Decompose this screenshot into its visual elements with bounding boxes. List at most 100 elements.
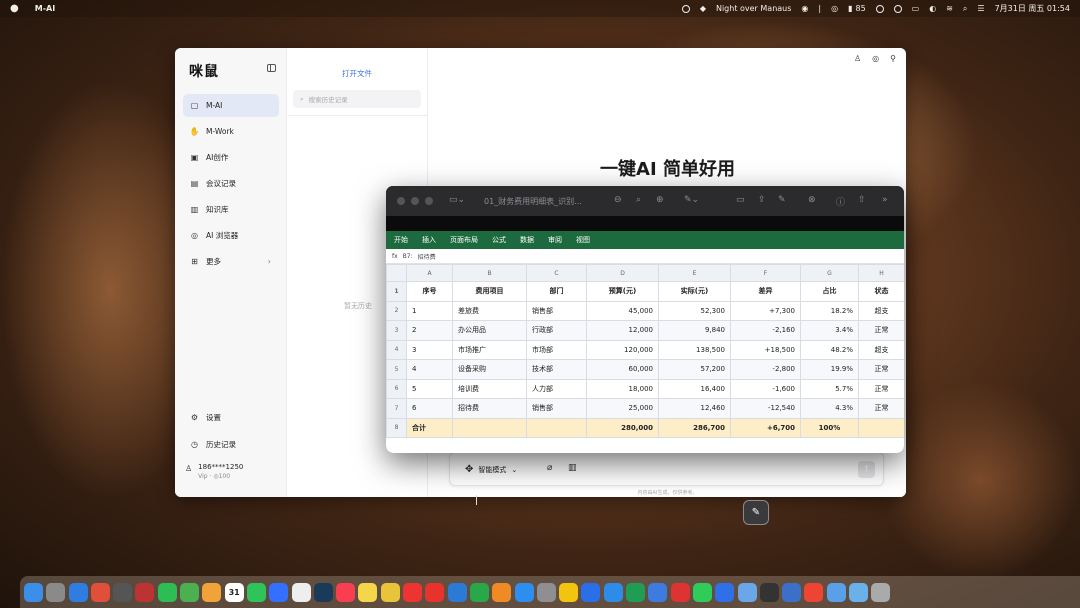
more-icon[interactable]: » (882, 195, 888, 205)
markup-icon[interactable]: ✎⌄ (684, 195, 699, 205)
table-cell[interactable]: 培训费 (452, 378, 527, 399)
table-cell[interactable]: 设备采购 (452, 359, 527, 380)
facetime-icon[interactable] (246, 582, 266, 602)
table-cell[interactable]: 3.4% (800, 320, 859, 341)
finder2-icon[interactable] (737, 582, 757, 602)
user-profile[interactable]: ♙ 186****1250 Vip · ◎100 (185, 463, 281, 480)
row-number[interactable]: 2 (386, 300, 407, 321)
table-cell[interactable]: 销售部 (526, 300, 587, 321)
apple-menu-icon[interactable]: ● (10, 3, 19, 14)
table-cell[interactable]: +6,700 (730, 417, 801, 438)
weibo-icon[interactable] (425, 582, 445, 602)
sidebar-item-settings[interactable]: ⚙ 设置 (183, 406, 279, 429)
edit-icon[interactable]: ✎ (778, 195, 786, 205)
header-cell[interactable]: 费用项目 (452, 281, 527, 302)
photos-icon[interactable] (202, 582, 222, 602)
table-cell[interactable]: 57,200 (658, 359, 731, 380)
row-number[interactable]: 7 (386, 398, 407, 419)
ribbon-tab[interactable]: 开始 (394, 235, 408, 245)
table-cell[interactable]: 280,000 (586, 417, 659, 438)
header-cell[interactable]: 预算(元) (586, 281, 659, 302)
qq-icon[interactable] (559, 582, 579, 602)
table-cell[interactable]: 52,300 (658, 300, 731, 321)
ribbon-tab[interactable]: 审阅 (548, 235, 562, 245)
table-cell[interactable]: 286,700 (658, 417, 731, 438)
terminal-icon[interactable] (759, 582, 779, 602)
table-cell[interactable]: 120,000 (586, 339, 659, 360)
table-cell[interactable]: 5.7% (800, 378, 859, 399)
search-icon[interactable]: ⌕ (636, 195, 641, 205)
mail-icon[interactable] (603, 582, 623, 602)
folder-icon[interactable] (826, 582, 846, 602)
zoom-out-icon[interactable]: ⊖ (614, 195, 622, 205)
row-number[interactable]: 6 (386, 378, 407, 399)
safari-icon[interactable] (68, 582, 88, 602)
sidebar-item-more[interactable]: ⊞ 更多 › (183, 250, 279, 273)
ribbon-tab[interactable]: 公式 (492, 235, 506, 245)
row-number[interactable]: 1 (386, 281, 407, 302)
table-cell[interactable]: 超支 (858, 339, 904, 360)
table-cell[interactable]: 19.9% (800, 359, 859, 380)
calendar-icon[interactable]: 31 (224, 582, 244, 602)
table-cell[interactable]: 60,000 (586, 359, 659, 380)
sidebar-toggle-icon[interactable]: ▭⌄ (449, 195, 465, 205)
table-cell[interactable] (526, 417, 587, 438)
chrome-icon[interactable] (90, 582, 110, 602)
table-cell[interactable]: -2,800 (730, 359, 801, 380)
table-cell[interactable]: 办公用品 (452, 320, 527, 341)
table-cell[interactable]: -12,540 (730, 398, 801, 419)
chat-input-bar[interactable]: ✥ 智能模式 ⌄ ⌀ ▥ ↑ (449, 452, 884, 486)
ribbon-tab[interactable]: 页面布局 (450, 235, 478, 245)
table-cell[interactable]: 招待费 (452, 398, 527, 419)
bear-menu-icon[interactable]: ◉ (801, 4, 808, 13)
mode-selector[interactable]: ✥ 智能模式 ⌄ (465, 464, 517, 475)
export-icon[interactable]: ⇪ (758, 195, 766, 205)
car-icon[interactable]: ▭ (912, 4, 920, 13)
sidebar-item-ai-browser[interactable]: ◎ AI 浏览器 (183, 224, 279, 247)
corner-cell[interactable] (386, 264, 407, 282)
table-cell[interactable]: 3 (406, 339, 453, 360)
column-header[interactable]: G (800, 264, 859, 282)
history-search-input[interactable]: ⌕ 搜索历史记录 (293, 90, 421, 108)
battery-indicator[interactable]: ▮ 85 (848, 4, 866, 13)
downloads-icon[interactable] (848, 582, 868, 602)
open-file-button[interactable]: 打开文件 (293, 62, 421, 84)
ribbon-tab[interactable]: 插入 (422, 235, 436, 245)
header-cell[interactable]: 占比 (800, 281, 859, 302)
table-cell[interactable]: 4.3% (800, 398, 859, 419)
column-header[interactable]: E (658, 264, 731, 282)
row-number[interactable]: 4 (386, 339, 407, 360)
book-icon[interactable]: ▥ (568, 463, 577, 473)
wifi-icon[interactable]: ≋ (946, 4, 953, 13)
pin-icon[interactable]: | (818, 4, 821, 13)
smzdm-icon[interactable] (804, 582, 824, 602)
sidebar-item-history[interactable]: ◷ 历史记录 (183, 433, 279, 456)
wechat-menu-icon[interactable]: ◎ (831, 4, 838, 13)
stocks-icon[interactable] (313, 582, 333, 602)
close-circle-icon[interactable]: ⊗ (808, 195, 816, 205)
clock-text[interactable]: 7月31日 周五 01:54 (995, 3, 1070, 14)
wechat-icon[interactable] (157, 582, 177, 602)
table-cell[interactable]: 6 (406, 398, 453, 419)
share-window-icon[interactable]: ▭ (736, 195, 745, 205)
table-cell[interactable]: 2 (406, 320, 453, 341)
column-header[interactable]: D (586, 264, 659, 282)
bear-icon[interactable] (670, 582, 690, 602)
table-cell[interactable]: 25,000 (586, 398, 659, 419)
calculator-icon[interactable] (113, 582, 133, 602)
mouse-ai-icon[interactable] (380, 582, 400, 602)
table-cell[interactable]: 市场推广 (452, 339, 527, 360)
numbers-icon[interactable] (469, 582, 489, 602)
table-cell[interactable]: 技术部 (526, 359, 587, 380)
column-header[interactable]: H (858, 264, 904, 282)
record-icon[interactable] (681, 4, 690, 13)
menu-app-name[interactable]: M-AI (35, 4, 55, 13)
table-cell[interactable]: 16,400 (658, 378, 731, 399)
row-number[interactable]: 8 (386, 417, 407, 438)
table-cell[interactable]: 138,500 (658, 339, 731, 360)
formula-bar[interactable]: fx B7: 招待费 (386, 249, 904, 264)
table-cell[interactable] (858, 417, 904, 438)
music-icon[interactable] (336, 582, 356, 602)
row-number[interactable]: 3 (386, 320, 407, 341)
table-cell[interactable]: 45,000 (586, 300, 659, 321)
